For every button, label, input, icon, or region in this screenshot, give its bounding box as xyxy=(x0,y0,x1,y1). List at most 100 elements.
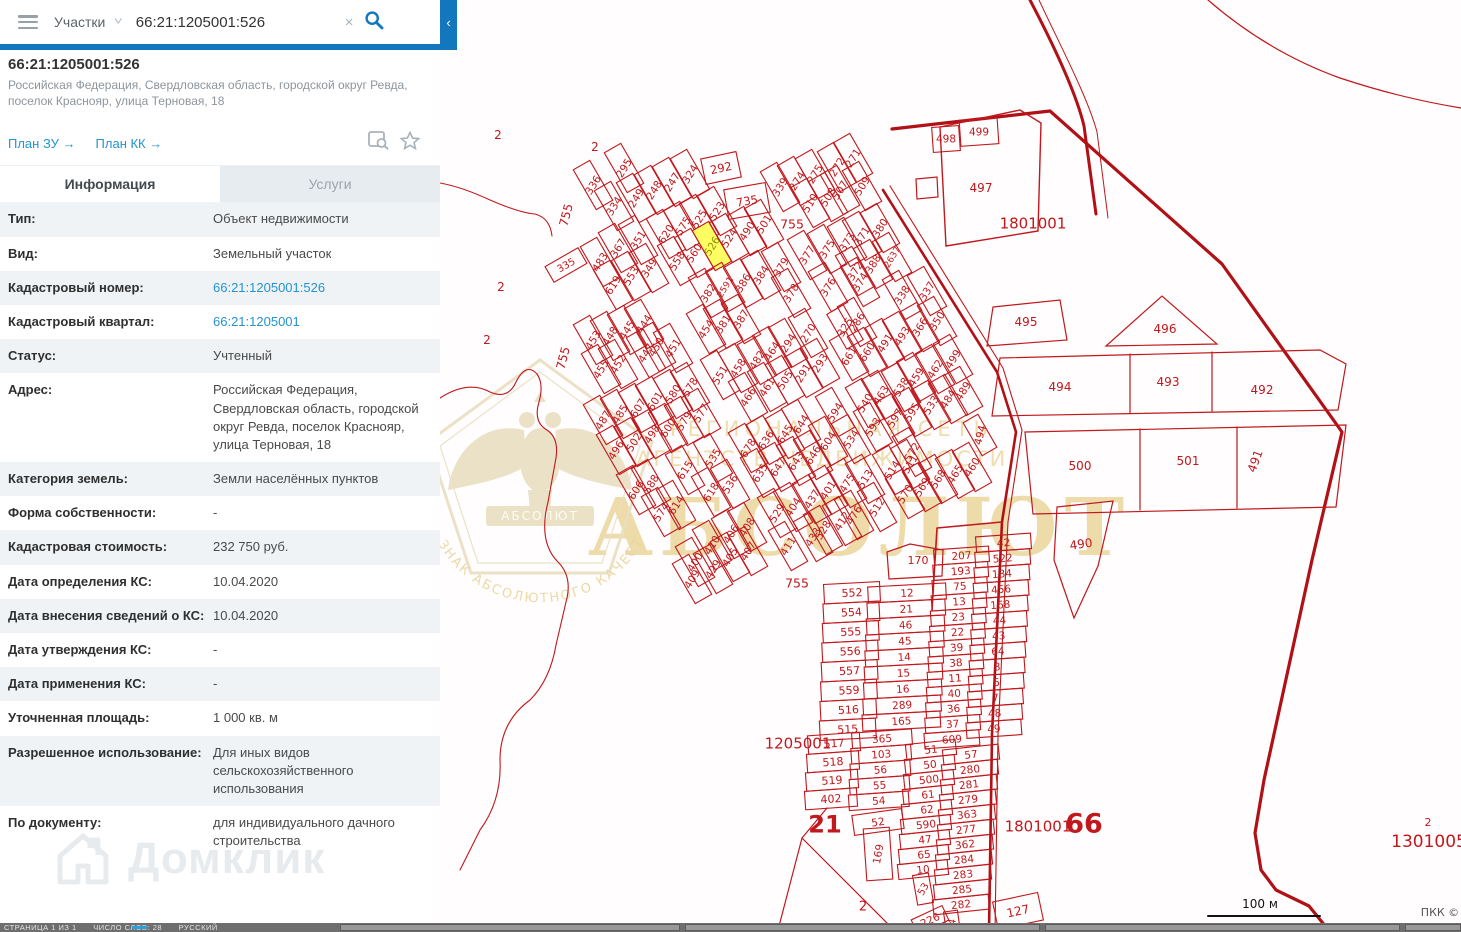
parcel-number: 336 xyxy=(583,173,604,197)
parcel-number: 519 xyxy=(821,773,843,787)
parcel-number: 16 xyxy=(896,683,910,696)
map-label: 2 xyxy=(1425,816,1432,829)
parcel-number: 451 xyxy=(663,337,684,360)
info-row-label: Кадастровая стоимость: xyxy=(8,539,168,555)
parcel-number: 45 xyxy=(898,635,912,648)
parcel-number: 54 xyxy=(872,795,886,808)
absolut-watermark: РЕГИОНАЛЬНАЯ СЕТЬАГЕНТСТВ НЕДВИЖИМОСТИАБ… xyxy=(440,358,1124,607)
parcel-number: 21 xyxy=(899,603,913,616)
boundary-line xyxy=(440,182,553,237)
parcel-number: 294 xyxy=(778,331,799,355)
parcel-number: 496 xyxy=(606,438,627,462)
parcel-number: 516 xyxy=(838,703,860,717)
map-label: 501 xyxy=(1177,454,1200,468)
parcel-number: 127 xyxy=(1005,902,1030,920)
parcel-number: 371 xyxy=(852,225,873,248)
parcel-number: 556 xyxy=(839,645,861,659)
map-label: 21 xyxy=(808,810,841,838)
clear-icon[interactable]: × xyxy=(345,14,354,31)
info-row-label: Уточненная площадь: xyxy=(8,710,150,726)
info-row-label: Дата определения КС: xyxy=(8,573,152,589)
map-label: 755 xyxy=(556,202,575,228)
parcel-number: 274 xyxy=(787,169,808,193)
parcel-number: 46 xyxy=(899,619,913,632)
parcel-number: 51 xyxy=(924,744,939,757)
info-row: Разрешенное использование: Для иных видов… xyxy=(0,735,440,807)
parcel-number: 522 xyxy=(992,552,1013,565)
info-row: Дата применения КС: - xyxy=(0,667,440,702)
parcel-number: 552 xyxy=(841,586,863,600)
info-row-value-link[interactable]: 66:21:1205001:526 xyxy=(213,279,428,297)
parcel-number: 386 xyxy=(733,271,754,295)
search-box: × xyxy=(135,10,440,35)
menu-icon[interactable] xyxy=(18,15,38,29)
parcel-number: 280 xyxy=(959,763,980,777)
info-row: Форма собственности: - xyxy=(0,496,440,530)
info-row-label: Вид: xyxy=(8,245,38,261)
status-segment xyxy=(685,924,1040,931)
collapse-panel-button[interactable]: ‹ xyxy=(440,0,457,44)
parcel-number: 551 xyxy=(710,364,731,387)
parcel-number: 464 xyxy=(762,339,783,363)
parcel-number: 42 xyxy=(996,537,1010,550)
info-row: Кадастровый квартал: 66:21:1205001 xyxy=(0,305,440,339)
parcel-number: 365 xyxy=(872,733,893,746)
parcel-outline[interactable] xyxy=(1104,295,1219,347)
word-status-bar: СТРАНИЦА 1 ИЗ 1 ЧИСЛО СЛОВ: 28 РУССКИЙ xyxy=(0,923,1461,932)
parcel-summary: 66:21:1205001:526 Российская Федерация, … xyxy=(0,44,440,155)
parcel-number: 524 xyxy=(719,226,740,250)
parcel-number: 56 xyxy=(873,764,887,777)
tab-информация[interactable]: Информация xyxy=(0,166,220,203)
favorite-star-icon[interactable] xyxy=(399,131,421,155)
parcel-number: 289 xyxy=(892,699,913,712)
search-header: Участки ˅ × xyxy=(0,0,440,44)
info-row-label: Дата утверждения КС: xyxy=(8,642,152,657)
parcel-number: 248 xyxy=(644,179,665,202)
map-canvas[interactable]: РЕГИОНАЛЬНАЯ СЕТЬ АГЕНТСТВ НЕДВИЖИМОСТИ АБ… xyxy=(440,0,1461,932)
plan-kk-link[interactable]: План КК → xyxy=(96,136,163,151)
parcel-number: 40 xyxy=(947,688,961,701)
parcel-number: 193 xyxy=(950,565,971,578)
status-language: РУССКИЙ xyxy=(178,923,218,932)
parcel-number: 461 xyxy=(757,376,778,399)
search-input[interactable] xyxy=(135,13,341,31)
status-segment xyxy=(1045,924,1400,931)
parcel-number: 362 xyxy=(954,838,975,852)
parcel-number: 64 xyxy=(991,645,1005,658)
parcel-address-subtitle: Российская Федерация, Свердловская облас… xyxy=(8,78,408,109)
info-row-value: 10.04.2020 xyxy=(213,607,279,623)
info-row: Тип: Объект недвижимости xyxy=(0,202,440,237)
parcel-number: 507 xyxy=(830,179,851,202)
parcel-number: 13 xyxy=(952,596,966,609)
parcel-number: 324 xyxy=(680,162,701,186)
status-segment xyxy=(340,924,680,931)
parcel-number: 554 xyxy=(841,606,863,620)
parcel-number: 509 xyxy=(852,175,873,198)
parcel-number: 249 xyxy=(626,187,647,210)
preview-search-icon[interactable] xyxy=(368,131,390,155)
info-row-value-link[interactable]: 66:21:1205001 xyxy=(213,313,428,331)
map-label: 1301005 xyxy=(1391,832,1461,852)
info-row: Адрес: Российская Федерация, Свердловская… xyxy=(0,373,440,462)
parcel-outline[interactable] xyxy=(915,176,939,200)
chevron-down-icon: ˅ xyxy=(114,16,124,28)
parcel-number: 505 xyxy=(775,369,796,392)
parcel-number: 284 xyxy=(953,853,975,867)
parcel-number: 350 xyxy=(927,310,948,333)
info-row: Дата определения КС: 10.04.2020 xyxy=(0,565,440,599)
search-icon[interactable] xyxy=(364,10,384,35)
info-row-value: - xyxy=(213,676,218,692)
parcel-number: 466 xyxy=(738,385,759,409)
plan-zu-link[interactable]: План ЗУ → xyxy=(8,136,76,151)
info-row: Кадастровая стоимость: 232 750 руб. xyxy=(0,530,440,565)
status-page: СТРАНИЦА 1 ИЗ 1 xyxy=(4,923,77,932)
parcel-number: 7 xyxy=(992,692,1000,704)
tab-услуги[interactable]: Услуги xyxy=(220,166,440,203)
map-label: 100 м xyxy=(1242,897,1278,911)
parcel-number: 48 xyxy=(988,707,1002,720)
info-row: Вид: Земельный участок xyxy=(0,237,440,271)
map-label: 492 xyxy=(1251,383,1274,397)
layer-selector[interactable]: Участки ˅ xyxy=(54,14,124,30)
boundary-line xyxy=(1038,0,1109,219)
info-rows: Тип: Объект недвижимости Вид: Земельный уча… xyxy=(0,202,440,858)
